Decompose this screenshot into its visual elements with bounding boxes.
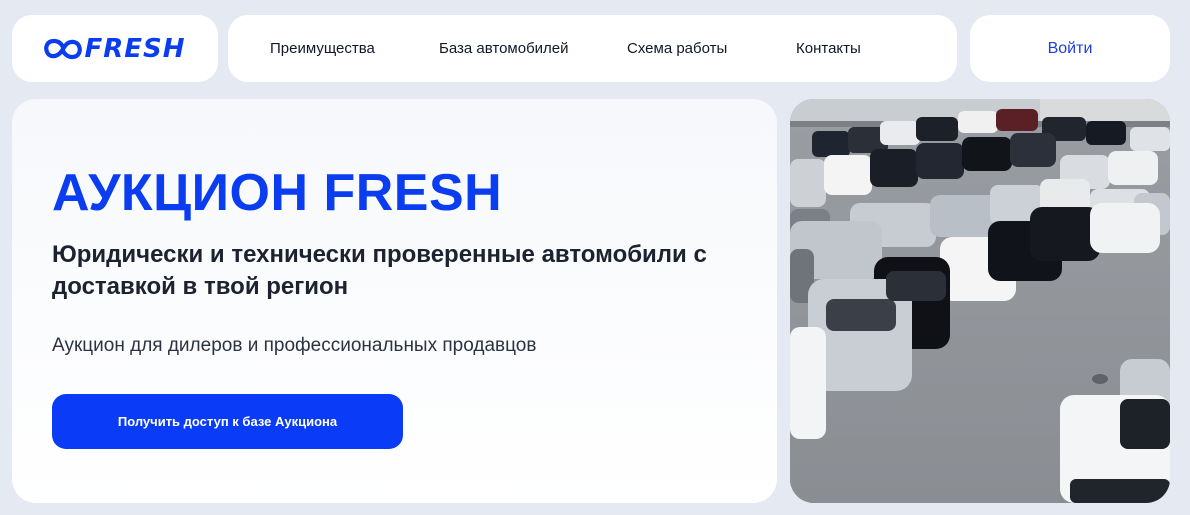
nav-item-workflow[interactable]: Схема работы bbox=[627, 40, 727, 57]
logo-card[interactable]: FRESH bbox=[12, 15, 218, 82]
hero-subtitle: Юридически и технически проверенные авто… bbox=[52, 241, 707, 300]
logo[interactable]: FRESH bbox=[44, 34, 185, 64]
nav-item-advantages[interactable]: Преимущества bbox=[270, 40, 375, 57]
login-label: Войти bbox=[1047, 39, 1093, 57]
hero-section: АУКЦИОН FRESH Юридически и технически пр… bbox=[12, 99, 777, 503]
main-nav: Преимущества База автомобилей Схема рабо… bbox=[228, 15, 957, 82]
hero-title: АУКЦИОН FRESH bbox=[52, 164, 503, 222]
infinity-icon bbox=[44, 38, 83, 59]
parking-lot-photo bbox=[790, 99, 1170, 503]
login-button[interactable]: Войти bbox=[970, 15, 1170, 82]
hero-description: Аукцион для дилеров и профессиональных п… bbox=[52, 335, 537, 356]
logo-text: FRESH bbox=[84, 33, 186, 64]
nav-item-contacts[interactable]: Контакты bbox=[796, 40, 861, 57]
parking-lot-image bbox=[790, 99, 1170, 503]
nav-item-car-database[interactable]: База автомобилей bbox=[439, 40, 569, 57]
get-access-button[interactable]: Получить доступ к базе Аукциона bbox=[52, 394, 403, 449]
